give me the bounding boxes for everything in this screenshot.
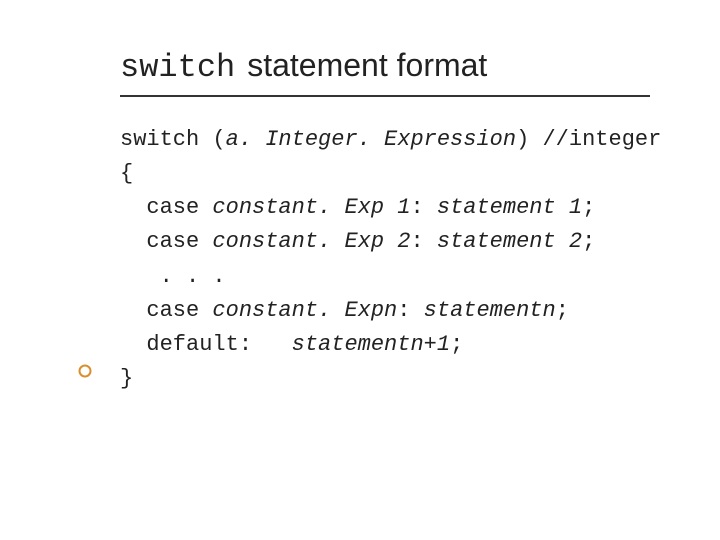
code-l1b: a. Integer. Expression — [226, 127, 516, 152]
code-l3b: constant. Exp 1 — [212, 195, 410, 220]
code-block: switch (a. Integer. Expression) //intege… — [120, 123, 650, 396]
code-l6d: statementn — [424, 298, 556, 323]
title-underline — [120, 95, 650, 97]
code-l6e: ; — [556, 298, 569, 323]
code-l6c: : — [397, 298, 423, 323]
code-l4c: : — [410, 229, 436, 254]
bullet-icon — [78, 364, 92, 378]
title-rest: statement format — [247, 48, 487, 83]
slide: switch statement format switch (a. Integ… — [0, 0, 720, 540]
code-l2: { — [120, 161, 133, 186]
code-l7c: ; — [450, 332, 463, 357]
code-l6a: case — [120, 298, 212, 323]
code-l4a: case — [120, 229, 212, 254]
code-l8: } — [120, 366, 133, 391]
code-l6b: constant. Expn — [212, 298, 397, 323]
title-code-word: switch — [120, 50, 235, 85]
code-l7a: default: — [120, 332, 292, 357]
code-l3c: : — [410, 195, 436, 220]
slide-title: switch statement format — [120, 48, 650, 95]
code-l3e: ; — [582, 195, 595, 220]
code-l3d: statement 1 — [437, 195, 582, 220]
code-l4e: ; — [582, 229, 595, 254]
code-l4b: constant. Exp 2 — [212, 229, 410, 254]
code-l3a: case — [120, 195, 212, 220]
code-l1c: ) //integer — [516, 127, 661, 152]
code-l7b: statementn+1 — [292, 332, 450, 357]
code-l4d: statement 2 — [437, 229, 582, 254]
code-l1a: switch ( — [120, 127, 226, 152]
code-l5: . . . — [120, 264, 226, 289]
